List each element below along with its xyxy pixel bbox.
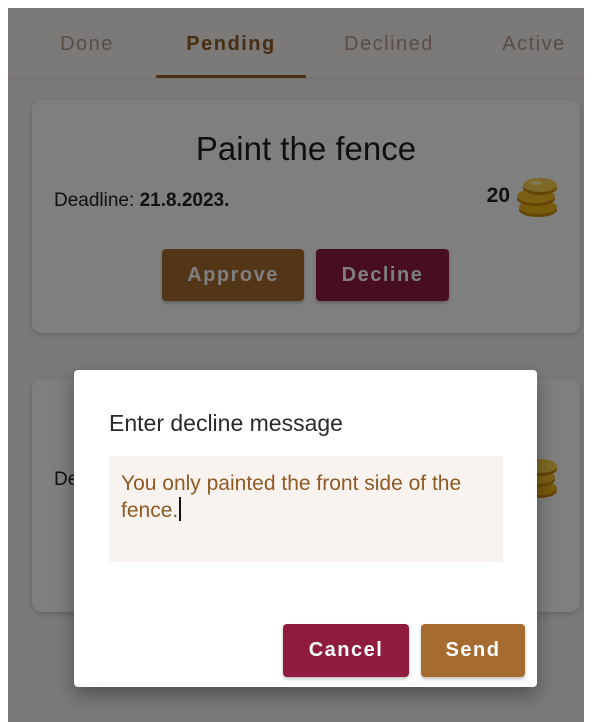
dialog-title: Enter decline message <box>109 410 343 436</box>
decline-dialog: Enter decline message You only painted t… <box>74 370 537 687</box>
send-button[interactable]: Send <box>421 624 525 677</box>
cancel-button[interactable]: Cancel <box>283 624 409 677</box>
app-screen: Done Pending Declined Active Paint the f… <box>8 8 584 722</box>
text-cursor <box>179 497 182 521</box>
decline-message-input[interactable]: You only painted the front side of the f… <box>109 456 503 562</box>
decline-message-text: You only painted the front side of the f… <box>121 472 462 522</box>
